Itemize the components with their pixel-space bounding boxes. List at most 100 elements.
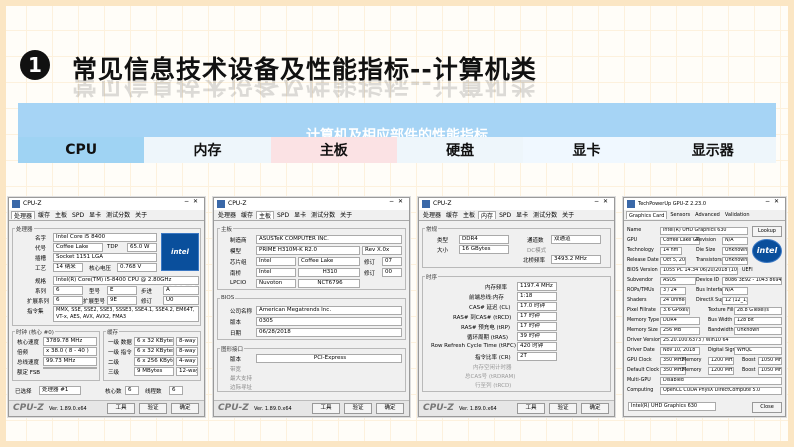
socket-value: Socket 1151 LGA: [53, 253, 157, 262]
mainboard-group: 主板 制造商 ASUSTeK COMPUTER INC. 模型 PRIME H3…: [217, 225, 406, 290]
gpuz-label-defclock_label: Default Clock: [627, 368, 660, 373]
rev-value: Rev X.0x: [362, 246, 402, 255]
tab-graphics-card[interactable]: Graphics Card: [626, 211, 668, 219]
cr-label: 指令比率 (CR): [475, 355, 511, 361]
tab-cache[interactable]: 缓存: [239, 211, 255, 219]
gpuz-value-pixel_value: 3.6 GPixel/s: [660, 307, 690, 315]
tab-processor[interactable]: 处理器: [421, 211, 443, 219]
gpu-select[interactable]: Intel(R) UHD Graphics 630: [628, 402, 716, 411]
gpuz-label-name_label: Name: [627, 228, 642, 233]
ok-button[interactable]: 确定: [171, 403, 199, 414]
size-label: 大小: [437, 248, 449, 254]
verify-button[interactable]: 验证: [549, 403, 577, 414]
tools-button[interactable]: 工具: [312, 403, 340, 414]
tab-graphics[interactable]: 显卡: [87, 211, 103, 219]
l2-label: 二级: [108, 360, 120, 366]
tab-about[interactable]: 关于: [560, 211, 576, 219]
lookup-button[interactable]: Lookup: [752, 226, 782, 237]
tab-memory[interactable]: 内存: [478, 211, 497, 220]
model-label: 模型: [230, 249, 242, 255]
ok-button[interactable]: 确定: [376, 403, 404, 414]
tab-cache[interactable]: 缓存: [36, 211, 52, 219]
gfx-max-label: 最大支持: [230, 376, 253, 382]
tab-mainboard[interactable]: 主板: [256, 211, 275, 220]
tab-graphics[interactable]: 显卡: [514, 211, 530, 219]
tab-spd[interactable]: SPD: [497, 211, 513, 219]
tab-bench[interactable]: 测试分数: [309, 211, 337, 219]
tab-monitor[interactable]: 显示器: [649, 137, 776, 163]
gpuz-label-devid_label: Device ID: [696, 278, 720, 283]
type-value: DDR4: [459, 235, 509, 244]
gpuz-value-name_value: Intel(R) UHD Graphics 630: [660, 227, 748, 235]
tab-memory[interactable]: 内存: [144, 137, 271, 163]
verify-button[interactable]: 验证: [139, 403, 167, 414]
group-label: 常规: [425, 225, 439, 233]
close-button[interactable]: Close: [752, 402, 782, 413]
gpuz-value-devid_value: 8086 3E92 - 1043 8694: [722, 277, 782, 285]
tab-about[interactable]: 关于: [338, 211, 354, 219]
tab-spd[interactable]: SPD: [70, 211, 86, 219]
gpuz-label-tech_label: Technology: [627, 248, 654, 253]
group-label: 处理器: [15, 225, 34, 233]
gpuz-value-defmemory_value: 1200 MHz: [708, 367, 734, 375]
gfx-version-label: 版本: [230, 357, 242, 363]
verify-button[interactable]: 验证: [344, 403, 372, 414]
window-controls[interactable]: −✕: [594, 198, 612, 205]
size-value: 16 GBytes: [459, 245, 509, 254]
rp-label: RAS# 预充电 (tRP): [461, 325, 511, 331]
code-label: 代号: [35, 246, 47, 252]
window-controls[interactable]: −✕: [389, 198, 407, 205]
selected-label: 已选择: [15, 389, 32, 395]
nb-label: 北桥频率: [523, 258, 546, 264]
version-label: Ver. 1.89.0.x64: [49, 406, 87, 412]
cpuz-footer: CPU-Z Ver. 1.89.0.x64 工具 验证 确定: [419, 400, 614, 416]
voltage-label: 核心电压: [89, 266, 112, 272]
gpuz-label-uefi: UEFI: [742, 268, 753, 273]
chipset-value: Coffee Lake: [298, 257, 360, 266]
intel-core-i5-logo: intel CORE i5: [161, 233, 199, 292]
gpuz-label-boost_label: Boost: [742, 368, 756, 373]
tab-hard-disk[interactable]: 硬盘: [396, 137, 524, 163]
gpuz-label-memory_label: Memory: [682, 358, 702, 363]
cl-value: 17.0 时钟: [517, 302, 557, 311]
gpuz-label-revision_label: Revision: [696, 238, 717, 243]
l1d-way: 8-way: [176, 337, 198, 346]
cpuz-footer: CPU-Z Ver. 1.89.0.x64 工具 验证 确定: [9, 400, 204, 416]
processor-select[interactable]: 处理器 #1: [39, 386, 81, 395]
tools-button[interactable]: 工具: [517, 403, 545, 414]
tab-mainboard[interactable]: 主板: [53, 211, 69, 219]
tab-advanced[interactable]: Advanced: [693, 211, 722, 219]
tdp-label: TDP: [107, 244, 118, 250]
dc-label: DC模式: [527, 248, 547, 254]
gpuz-label-buswidth_label: Bus Width: [708, 318, 733, 323]
window-controls[interactable]: −✕: [765, 198, 783, 205]
tab-validation[interactable]: Validation: [723, 211, 752, 219]
gpuz-label-bios_label: BIOS Version: [627, 268, 658, 273]
lpcio-label: LPCIO: [230, 280, 247, 286]
tab-mainboard[interactable]: 主板: [461, 211, 477, 219]
ok-button[interactable]: 确定: [581, 403, 609, 414]
tab-about[interactable]: 关于: [133, 211, 149, 219]
processor-group: 处理器 名字 Intel Core i5 8400 代号 Coffee Lake…: [12, 225, 201, 326]
idle-label: 内存空闲计时器: [473, 365, 512, 371]
tab-processor[interactable]: 处理器: [216, 211, 238, 219]
tab-sensors[interactable]: Sensors: [668, 211, 692, 219]
tab-bench[interactable]: 测试分数: [104, 211, 132, 219]
tab-processor[interactable]: 处理器: [11, 211, 36, 220]
process-label: 工艺: [35, 266, 47, 272]
window-controls[interactable]: −✕: [184, 198, 202, 205]
window-title: CPU-Z: [419, 198, 614, 210]
cpuz-logo: CPU-Z: [218, 403, 249, 413]
tab-graphics-card[interactable]: 显卡: [523, 137, 650, 163]
instr-value: MMX, SSE, SSE2, SSE3, SSSE3, SSE4.1, SSE…: [53, 306, 199, 322]
tab-cpu[interactable]: CPU: [18, 137, 145, 163]
tab-graphics[interactable]: 显卡: [292, 211, 308, 219]
tools-button[interactable]: 工具: [107, 403, 135, 414]
tab-spd[interactable]: SPD: [275, 211, 291, 219]
tab-motherboard[interactable]: 主板: [270, 137, 397, 163]
tab-bench[interactable]: 测试分数: [531, 211, 559, 219]
cpuz-footer: CPU-Z Ver. 1.89.0.x64 工具 验证 确定: [214, 400, 409, 416]
tab-cache[interactable]: 缓存: [444, 211, 460, 219]
dram-freq-value: 1197.4 MHz: [517, 282, 557, 291]
group-label: 时钟 (核心 #0): [15, 328, 55, 336]
